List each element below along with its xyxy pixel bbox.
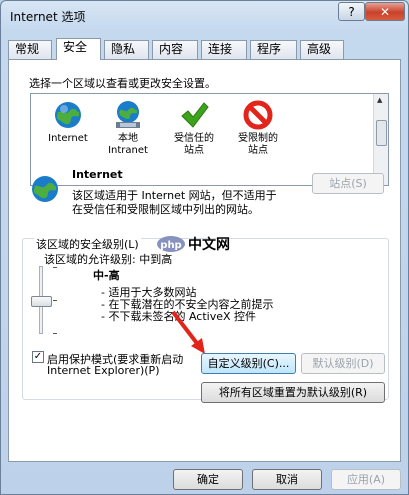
allowed-levels-text: 该区域的允许级别: 中到高: [44, 253, 173, 266]
selected-zone-name: Internet: [72, 168, 123, 181]
tab-advanced[interactable]: 高级: [300, 40, 344, 59]
tab-content[interactable]: 内容: [152, 40, 198, 59]
red-arrow-icon: [171, 310, 205, 354]
window-title: Internet 选项: [10, 10, 86, 24]
zone-restricted-label-2: 站点: [248, 145, 268, 156]
intranet-globe-icon: [116, 101, 140, 128]
zone-list-scrollbar[interactable]: ▲ ▼: [373, 94, 388, 185]
internet-options-dialog: Internet 选项 ? ✕ 常规 安全 隐私 内容 连接 程序 高级 选择一…: [0, 0, 409, 495]
help-icon: ?: [348, 4, 355, 19]
slider-tick: [53, 300, 57, 301]
security-level-slider-thumb[interactable]: [31, 296, 52, 307]
reset-all-zones-button[interactable]: 将所有区域重置为默认级别(R): [201, 382, 385, 403]
scroll-thumb[interactable]: [376, 120, 387, 146]
zone-intranet-label-1: 本地: [118, 133, 138, 144]
svg-text:php: php: [160, 240, 181, 251]
zone-restricted-label-1: 受限制的: [238, 133, 278, 144]
checkmark-icon: [181, 102, 209, 128]
apply-button[interactable]: 应用(A): [331, 469, 401, 490]
globe-icon: [55, 102, 81, 128]
php-logo-icon: php: [157, 236, 185, 252]
ok-button[interactable]: 确定: [173, 469, 243, 490]
tab-programs[interactable]: 程序: [250, 40, 297, 59]
restricted-icon: [243, 100, 273, 130]
tab-privacy[interactable]: 隐私: [104, 40, 149, 59]
slider-tick: [53, 267, 57, 268]
php-watermark: php 中文网: [156, 234, 230, 254]
scroll-up-icon[interactable]: ▲: [377, 96, 382, 104]
security-level-title: 该区域的安全级别(L): [34, 236, 141, 252]
security-level-name: 中-高: [93, 269, 120, 282]
zone-trusted-label-1: 受信任的: [174, 133, 214, 144]
sites-button[interactable]: 站点(S): [312, 173, 384, 194]
title-bar[interactable]: Internet 选项 ? ✕: [1, 1, 408, 29]
zone-internet-label: Internet: [48, 133, 88, 144]
selected-zone-desc-2: 在受信任和受限制区域中列出的网站。: [72, 203, 259, 216]
security-panel: 选择一个区域以查看或更改安全设置。 Internet 本地 Intranet 受…: [8, 59, 401, 462]
tab-security[interactable]: 安全: [56, 38, 101, 60]
checkmark-glyph: ✓: [33, 351, 43, 362]
zone-instruction: 选择一个区域以查看或更改安全设置。: [29, 77, 216, 90]
custom-level-button[interactable]: 自定义级别(C)...: [201, 353, 296, 374]
cancel-button[interactable]: 取消: [252, 469, 322, 490]
zone-trusted-label-2: 站点: [184, 145, 204, 156]
close-icon: ✕: [379, 4, 391, 19]
zone-local-intranet[interactable]: 本地 Intranet: [93, 100, 163, 157]
protected-mode-label-2: Internet Explorer)(P): [47, 364, 160, 377]
tab-general[interactable]: 常规: [8, 40, 52, 59]
help-button[interactable]: ?: [338, 2, 365, 21]
watermark-text: 中文网: [188, 237, 230, 253]
close-button[interactable]: ✕: [365, 2, 405, 21]
zone-intranet-label-2: Intranet: [108, 145, 148, 156]
default-level-button[interactable]: 默认级别(D): [301, 353, 385, 374]
zone-trusted-sites[interactable]: 受信任的 站点: [159, 100, 229, 157]
zone-restricted-sites[interactable]: 受限制的 站点: [223, 100, 293, 157]
tab-connections[interactable]: 连接: [201, 40, 247, 59]
selected-zone-globe-icon: [32, 176, 58, 202]
protected-mode-checkbox[interactable]: ✓: [32, 351, 44, 363]
slider-tick: [53, 333, 57, 334]
